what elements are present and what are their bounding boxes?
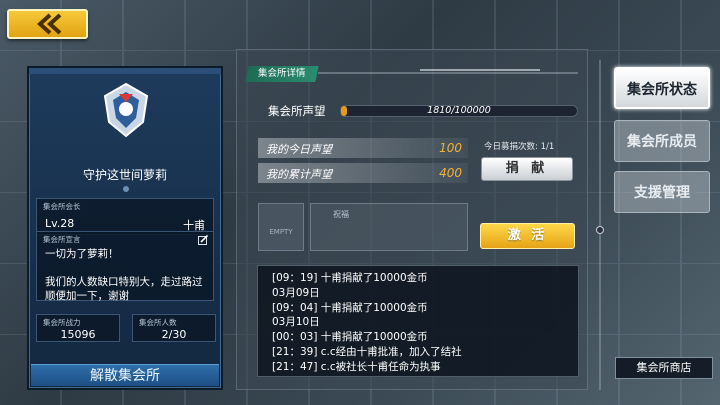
disband-guild-button[interactable]: 解散集会所 [31, 364, 219, 386]
guild-info-panel: 守护这世间萝莉 集会所会长 Lv.28 十甫 集会所宣言 一切为了萝莉！ 我们的… [27, 66, 223, 390]
tab-support-management[interactable]: 支援管理 [614, 171, 710, 213]
log-entry: 03月10日 [272, 316, 320, 329]
today-reputation-row: 我的今日声望 100 [258, 138, 468, 158]
blessing-label: 祝福 [333, 210, 349, 219]
edit-icon[interactable] [198, 235, 208, 245]
reputation-value: 1810/100000 [427, 105, 491, 116]
activate-button[interactable]: 激 活 [480, 223, 575, 249]
power-value: 15096 [60, 328, 96, 341]
tab-guild-status[interactable]: 集会所状态 [614, 67, 710, 109]
declaration-field: 集会所宣言 一切为了萝莉！ 我们的人数缺口特别大，走过路过顺便加一下，谢谢 [36, 231, 214, 302]
power-label: 集会所战力 [43, 318, 81, 327]
guild-name: 守护这世间萝莉 [82, 168, 167, 182]
today-reputation-label: 我的今日声望 [266, 143, 332, 156]
activity-log[interactable]: [09：19] 十甫捐献了10000金币 03月09日 [09：04] 十甫捐献了1… [257, 265, 579, 377]
total-reputation-label: 我的累计声望 [266, 168, 332, 181]
total-reputation-row: 我的累计声望 400 [258, 163, 468, 183]
total-reputation-value: 400 [439, 166, 462, 180]
donate-count: 今日募捐次数: 1/1 [484, 142, 555, 152]
details-tab-title: 集会所详情 [245, 66, 319, 82]
log-entry: [21：39] c.c经由十甫批准，加入了结社 [272, 345, 462, 358]
members-field: 集会所人数 2/30 [132, 314, 216, 342]
members-label: 集会所人数 [139, 318, 177, 327]
back-button[interactable] [7, 9, 88, 39]
reputation-label: 集会所声望 [268, 104, 326, 118]
donate-button[interactable]: 捐 献 [481, 157, 573, 181]
guild-emblem-icon [103, 82, 149, 138]
log-entry: 03月09日 [272, 286, 320, 299]
divider-track [599, 60, 601, 390]
leader-field: 集会所会长 Lv.28 十甫 [36, 198, 214, 235]
tab-highlight-line [420, 69, 540, 71]
reputation-row: 集会所声望 1810/100000 [260, 102, 580, 120]
tab-guild-members[interactable]: 集会所成员 [614, 120, 710, 162]
reputation-progress-bar: 1810/100000 [340, 105, 578, 117]
log-entry: [00：03] 十甫捐献了10000金币 [272, 331, 428, 344]
log-entry: [09：04] 十甫捐献了10000金币 [272, 301, 428, 314]
declaration-label: 集会所宣言 [43, 235, 81, 244]
leader-label: 集会所会长 [43, 202, 81, 211]
empty-slot-label: EMPTY [269, 228, 293, 236]
panel-top-bar [29, 68, 221, 74]
log-entry: [21：47] c.c被社长十甫任命为执事 [272, 360, 441, 373]
power-field: 集会所战力 15096 [36, 314, 120, 342]
blessing-field: 祝福 [310, 203, 468, 251]
double-chevron-left-icon [36, 13, 61, 35]
guild-shop-button[interactable]: 集会所商店 [615, 357, 713, 379]
tab-underline [318, 72, 578, 74]
blessing-slot[interactable]: EMPTY [258, 203, 304, 251]
leader-level: Lv.28 [45, 217, 75, 230]
declaration-text: 一切为了萝莉！ 我们的人数缺口特别大，走过路过顺便加一下，谢谢 [45, 248, 203, 302]
log-entry: [09：19] 十甫捐献了10000金币 [272, 272, 428, 284]
divider-knob [596, 226, 604, 234]
members-value: 2/30 [161, 328, 187, 341]
divider-dot [123, 186, 129, 192]
today-reputation-value: 100 [439, 141, 462, 155]
details-tab-title-text: 集会所详情 [258, 68, 306, 79]
